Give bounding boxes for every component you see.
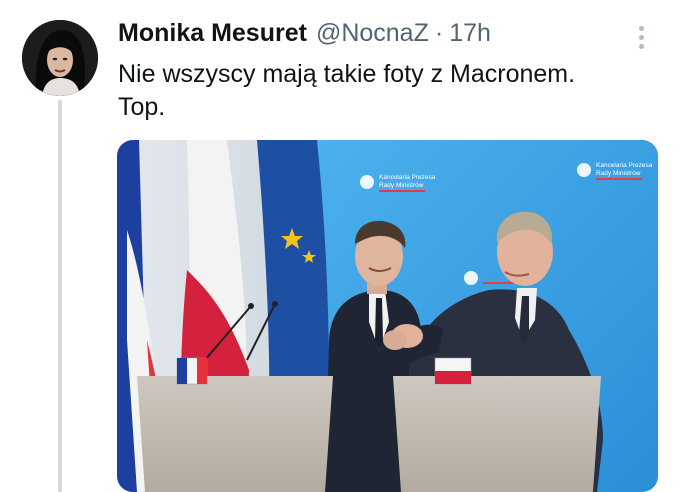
tweet-media-photo[interactable]: Kancelaria Prezesa Rady Ministrów Kancel…	[117, 140, 658, 492]
more-dot	[638, 25, 644, 31]
photo-press-conference: Kancelaria Prezesa Rady Ministrów Kancel…	[117, 140, 658, 492]
backdrop-logo-text: Rady Ministrów	[379, 182, 424, 189]
more-dot	[638, 34, 644, 40]
avatar-image	[22, 20, 98, 96]
more-options-icon[interactable]	[626, 22, 656, 52]
podium-left	[137, 357, 333, 492]
author-name[interactable]: Monika Mesuret	[118, 18, 307, 48]
backdrop-logo-text: Kancelaria Prezesa	[596, 162, 653, 169]
avatar[interactable]	[22, 20, 98, 96]
thread-line	[58, 100, 62, 492]
more-dot	[638, 43, 644, 49]
tweet-card[interactable]: Monika Mesuret @NocnaZ · 17h Nie wszyscy…	[0, 0, 680, 492]
podium-right	[393, 357, 601, 492]
tweet-header: Monika Mesuret @NocnaZ · 17h	[118, 18, 491, 52]
timestamp[interactable]: 17h	[449, 18, 491, 48]
tweet-text-line: Nie wszyscy mają takie foty z Macronem.	[118, 60, 576, 88]
author-handle[interactable]: @NocnaZ	[316, 18, 429, 48]
tweet-text-line: Top.	[118, 93, 166, 121]
backdrop-logo-text: Kancelaria Prezesa	[379, 174, 436, 181]
separator-dot: ·	[434, 19, 444, 47]
backdrop-logo-text: Rady Ministrów	[596, 170, 641, 177]
tweet-text: Nie wszyscy mają takie foty z Macronem. …	[118, 58, 658, 124]
